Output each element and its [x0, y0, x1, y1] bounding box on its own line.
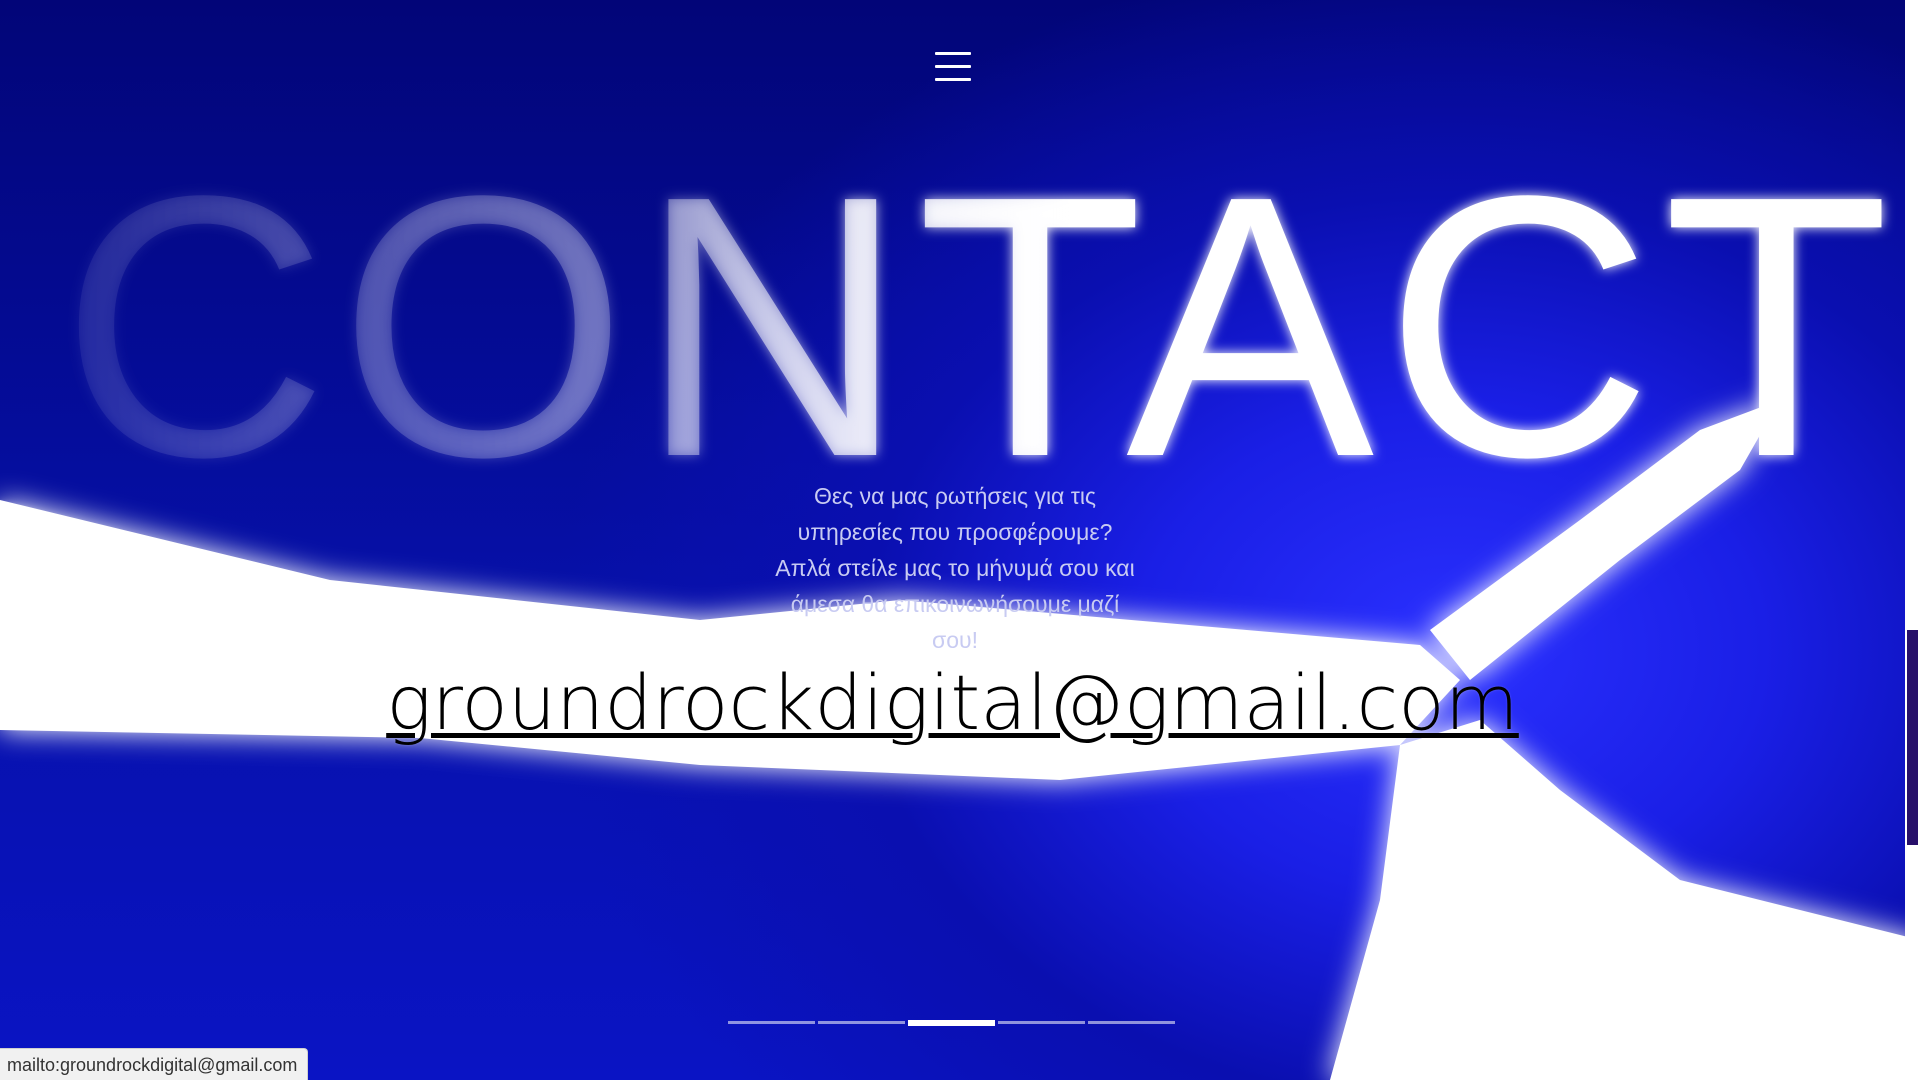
scrollbar-thumb[interactable]	[1907, 630, 1918, 845]
contact-intro-text: Θες να μας ρωτήσεις για τις υπηρεσίες πο…	[745, 478, 1165, 658]
intro-line: Απλά στείλε μας το μήνυμά σου και	[775, 555, 1135, 581]
hamburger-menu-button[interactable]	[933, 50, 973, 84]
pager-dot[interactable]	[998, 1021, 1085, 1024]
email-link[interactable]: groundrockdigital@gmail.com	[340, 658, 1565, 747]
slide-pager	[728, 1020, 1175, 1026]
intro-line: άμεσα θα επικοινωνήσουμε μαζί	[790, 591, 1120, 617]
hamburger-menu-icon	[935, 52, 971, 55]
link-status-bar: mailto:groundrockdigital@gmail.com	[0, 1048, 309, 1080]
intro-line: Θες να μας ρωτήσεις για τις	[813, 483, 1097, 509]
contact-heading: CONTACT	[60, 118, 1900, 490]
contact-heading-text: CONTACT	[60, 118, 1900, 490]
intro-line: υπηρεσίες που προσφέρουμε?	[797, 519, 1113, 545]
pager-dot[interactable]	[728, 1021, 815, 1024]
intro-line: σου!	[932, 627, 978, 653]
pager-dot[interactable]	[818, 1021, 905, 1024]
pager-dot[interactable]	[1088, 1021, 1175, 1024]
pager-dot-active[interactable]	[908, 1020, 995, 1026]
vertical-scrollbar[interactable]	[1905, 0, 1920, 1080]
contact-page: CONTACT Θες να μας ρωτήσεις για τις υπηρ…	[0, 0, 1920, 1080]
